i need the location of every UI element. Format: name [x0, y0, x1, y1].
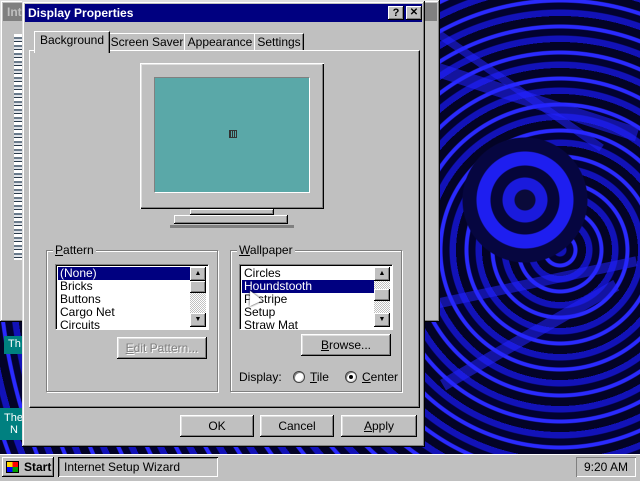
close-button[interactable]: ✕: [406, 6, 422, 20]
pattern-listbox[interactable]: (None) Bricks Buttons Cargo Net Circuits…: [55, 264, 209, 332]
display-mode-label: Display:: [239, 370, 282, 384]
monitor-shadow: [170, 225, 294, 228]
browse-button[interactable]: Browse...: [301, 334, 391, 356]
taskbar-item-internet-setup-wizard[interactable]: Internet Setup Wizard: [58, 457, 218, 477]
tab-background[interactable]: Background: [34, 31, 110, 53]
taskbar: Start Internet Setup Wizard 9:20 AM: [0, 454, 640, 481]
list-item[interactable]: (None): [58, 267, 190, 280]
cancel-button[interactable]: Cancel: [260, 415, 334, 437]
system-clock[interactable]: 9:20 AM: [576, 457, 636, 477]
background-window-title: Int: [7, 5, 22, 19]
dialog-titlebar[interactable]: Display Properties ? ✕: [25, 4, 422, 22]
list-item[interactable]: Circles: [242, 267, 374, 280]
tile-label[interactable]: Tile: [310, 370, 329, 384]
list-item[interactable]: Cargo Net: [58, 306, 190, 319]
background-window-image: [14, 34, 22, 260]
background-window-edge: [424, 286, 433, 312]
pattern-label: Pattern: [53, 243, 96, 257]
list-item[interactable]: Straw Mat: [242, 319, 374, 332]
start-label: Start: [24, 460, 52, 474]
background-teal-label: Th: [4, 336, 24, 354]
windows-logo-icon: [6, 461, 19, 473]
scroll-up-icon[interactable]: ▲: [190, 267, 206, 281]
scroll-thumb[interactable]: [374, 289, 390, 301]
center-label[interactable]: Center: [362, 370, 398, 384]
list-item[interactable]: Bricks: [58, 280, 190, 293]
list-item[interactable]: Setup: [242, 306, 374, 319]
pattern-list-items: (None) Bricks Buttons Cargo Net Circuits: [58, 267, 190, 332]
help-button[interactable]: ?: [388, 6, 404, 20]
pattern-group: Pattern (None) Bricks Buttons Cargo Net …: [46, 243, 218, 392]
center-radio[interactable]: [345, 371, 357, 383]
wallpaper-scrollbar[interactable]: ▲ ▼: [374, 267, 390, 327]
edit-pattern-button[interactable]: Edit Pattern...: [117, 337, 207, 359]
tile-radio[interactable]: [293, 371, 305, 383]
dialog-title: Display Properties: [28, 6, 134, 20]
apply-button[interactable]: Apply: [341, 415, 417, 437]
monitor-screen: [154, 77, 310, 193]
pattern-scrollbar[interactable]: ▲ ▼: [190, 267, 206, 327]
list-item[interactable]: Houndstooth: [242, 280, 374, 293]
background-tab-panel: Pattern (None) Bricks Buttons Cargo Net …: [29, 50, 420, 408]
wallpaper-label: Wallpaper: [237, 243, 295, 257]
wallpaper-listbox[interactable]: Circles Houndstooth Pi stripe Setup Stra…: [239, 264, 393, 332]
scroll-down-icon[interactable]: ▼: [374, 313, 390, 327]
background-teal-label-2: The N: [0, 408, 23, 440]
scroll-thumb[interactable]: [190, 281, 206, 293]
pattern-preview-icon: [229, 130, 237, 138]
start-button[interactable]: Start: [2, 457, 54, 477]
list-item[interactable]: Buttons: [58, 293, 190, 306]
display-properties-dialog: Display Properties ? ✕ Background Screen…: [22, 1, 425, 447]
scroll-down-icon[interactable]: ▼: [190, 313, 206, 327]
scroll-up-icon[interactable]: ▲: [374, 267, 390, 281]
monitor-base: [174, 215, 288, 224]
ok-button[interactable]: OK: [180, 415, 254, 437]
monitor-preview: [140, 63, 324, 209]
list-item[interactable]: Circuits: [58, 319, 190, 332]
wallpaper-group: Wallpaper Circles Houndstooth Pi stripe …: [230, 243, 402, 392]
